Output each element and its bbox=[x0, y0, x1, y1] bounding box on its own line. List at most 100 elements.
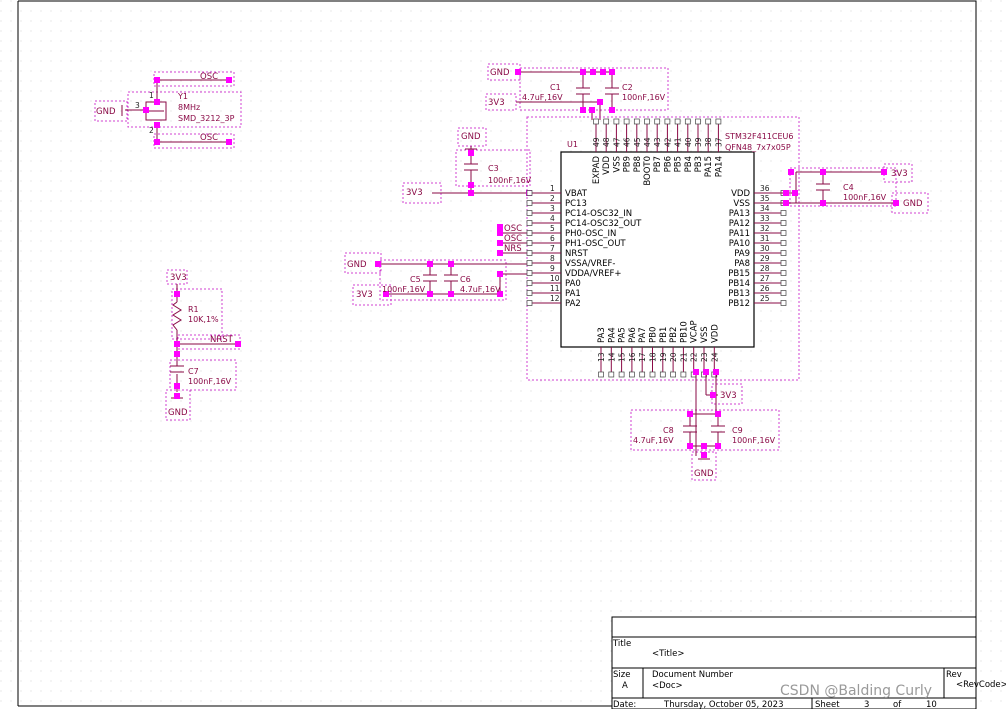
u1-pin-number: 22 bbox=[690, 352, 699, 362]
junction bbox=[715, 411, 721, 417]
u1-pin-number: 7 bbox=[550, 244, 555, 253]
u1-pin-end bbox=[644, 118, 650, 125]
u1-part: STM32F411CEU6 bbox=[725, 132, 794, 141]
c8-ref: C8 bbox=[663, 426, 674, 435]
u1-pin-name: PA11 bbox=[729, 229, 750, 239]
u1-pin-name: PA9 bbox=[734, 249, 750, 259]
junction bbox=[174, 351, 180, 357]
junction bbox=[783, 200, 789, 206]
u1-pin-name: EXPAD bbox=[592, 156, 602, 185]
junction bbox=[600, 69, 606, 75]
junction bbox=[154, 122, 160, 128]
u1-pin-end bbox=[780, 220, 787, 226]
title-label: Title bbox=[612, 639, 631, 649]
u1-pin-number: 11 bbox=[550, 284, 560, 293]
rev-value: <RevCode> bbox=[956, 680, 1006, 690]
junction bbox=[154, 77, 160, 83]
u1-pin-number: 27 bbox=[760, 274, 770, 283]
schematic-sheet: OSC OSC GND Y1 8MHz SMD_3212_3P 1 2 3 3V… bbox=[0, 0, 1006, 709]
u1-pin-number: 5 bbox=[550, 224, 555, 233]
u1-pin-end bbox=[526, 260, 533, 266]
u1-pin-number: 48 bbox=[602, 137, 611, 147]
u1-pin-name: PA6 bbox=[628, 327, 638, 343]
u1-pin-name: PC14-OSC32_OUT bbox=[565, 219, 642, 229]
u1-pin-end bbox=[780, 270, 787, 276]
of-value: 10 bbox=[926, 700, 937, 709]
rev-label: Rev bbox=[946, 670, 962, 680]
junction bbox=[881, 169, 887, 175]
junction bbox=[792, 190, 798, 196]
u1-pin-end bbox=[780, 240, 787, 246]
u1-pin-number: 33 bbox=[760, 214, 770, 223]
junction bbox=[713, 369, 719, 375]
junction bbox=[597, 99, 603, 105]
u1-pin-end bbox=[603, 118, 610, 125]
u1-pin-end bbox=[598, 371, 604, 378]
u1-pin-number: 10 bbox=[550, 274, 560, 283]
u1-pin-name: VDD bbox=[710, 324, 720, 343]
net-label-gnd-right: GND bbox=[903, 199, 923, 209]
u1-pin-number: 35 bbox=[760, 194, 770, 203]
u1-pin-number: 9 bbox=[550, 264, 555, 273]
c6-value: 4.7uF,16V bbox=[460, 285, 501, 294]
junction bbox=[893, 200, 899, 206]
u1-pin-end bbox=[526, 210, 533, 216]
c3-ref: C3 bbox=[488, 164, 499, 173]
u1-pin-end bbox=[526, 240, 533, 246]
u1-pin-number: 32 bbox=[760, 224, 770, 233]
u1-pin-end bbox=[780, 210, 787, 216]
u1-pin-name: PA2 bbox=[565, 299, 581, 309]
u1-pin-end bbox=[629, 371, 635, 378]
u1-pin-name: PB13 bbox=[728, 289, 750, 299]
u1-pin-name: VDDA/VREF+ bbox=[565, 269, 622, 279]
r1-value: 10K,1% bbox=[188, 315, 219, 324]
net-label-gnd-y1: GND bbox=[96, 107, 116, 117]
u1-pin-name: VSS bbox=[733, 199, 750, 209]
net-label-gnd-left: GND bbox=[347, 260, 367, 270]
u1-pin-name: PB3 bbox=[694, 156, 704, 172]
u1-pin-end bbox=[680, 371, 687, 378]
c9-value: 100nF,16V bbox=[732, 436, 776, 445]
size-label: Size bbox=[613, 670, 630, 680]
c6-ref: C6 bbox=[460, 275, 471, 284]
c4-ref: C4 bbox=[843, 183, 854, 192]
u1-pin-end bbox=[780, 260, 787, 266]
u1-pin-number: 23 bbox=[700, 352, 709, 362]
u1-pin-name: PB8 bbox=[633, 156, 643, 172]
c8-value: 4.7uF,16V bbox=[633, 436, 674, 445]
c5-ref: C5 bbox=[410, 275, 421, 284]
u1-pin-number: 26 bbox=[760, 284, 770, 293]
u1-pin-name: VDD bbox=[602, 156, 612, 175]
date-label: Date: bbox=[613, 700, 636, 709]
u1-pin-end bbox=[618, 371, 625, 378]
junction bbox=[820, 169, 826, 175]
junction bbox=[497, 240, 503, 246]
net-label-osc-2: OSC bbox=[504, 234, 522, 244]
y1-ref: Y1 bbox=[177, 92, 188, 101]
u1-pin-end bbox=[526, 230, 533, 236]
u1-pin-end bbox=[613, 118, 620, 125]
junction bbox=[788, 169, 794, 175]
u1-pin-number: 19 bbox=[659, 352, 668, 362]
u1-pin-end bbox=[780, 300, 787, 306]
u1-pin-number: 3 bbox=[550, 204, 555, 213]
u1-pin-name: PA3 bbox=[597, 327, 607, 343]
c2-ref: C2 bbox=[622, 83, 633, 92]
u1-pin-end bbox=[780, 230, 787, 236]
junction bbox=[468, 182, 474, 188]
u1-pin-number: 13 bbox=[597, 352, 606, 362]
junction bbox=[783, 190, 789, 196]
u1-pin-end bbox=[526, 300, 533, 306]
c1-ref: C1 bbox=[550, 83, 561, 92]
net-label-3v3-r1: 3V3 bbox=[170, 273, 187, 283]
u1-pin-number: 39 bbox=[694, 137, 703, 147]
size-value: A bbox=[622, 681, 628, 691]
junction bbox=[590, 69, 596, 75]
u1-pin-end bbox=[780, 280, 787, 286]
junction bbox=[497, 250, 503, 256]
junction bbox=[226, 77, 232, 83]
y1-pin1: 1 bbox=[149, 91, 154, 100]
u1-pin-number: 12 bbox=[550, 294, 560, 303]
u1-pin-name: PA4 bbox=[607, 327, 617, 343]
c5-value: 100nF,16V bbox=[382, 285, 426, 294]
